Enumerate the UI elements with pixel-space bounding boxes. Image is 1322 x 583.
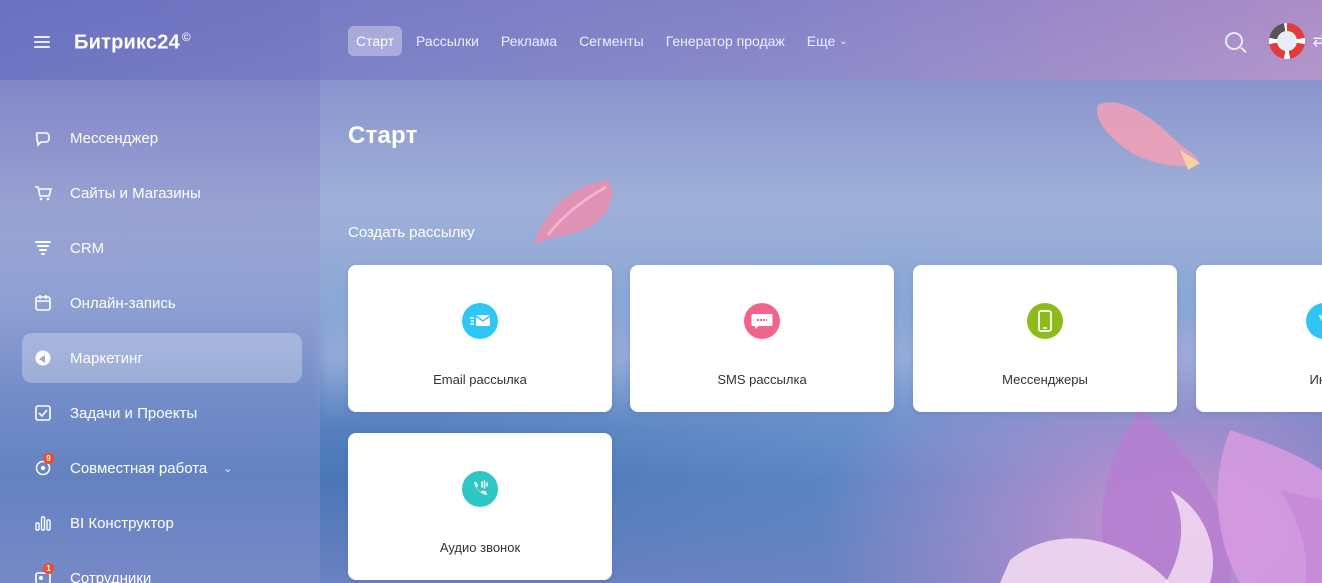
info-call-icon (1306, 303, 1322, 339)
sidebar-item-label: Сотрудники (70, 569, 152, 583)
sidebar-item-crm[interactable]: CRM (22, 223, 302, 273)
calendar-icon (34, 294, 52, 312)
card-email[interactable]: Email рассылка (348, 265, 612, 412)
sms-icon (744, 303, 780, 339)
tab-more-label: Еще (806, 33, 836, 49)
cart-icon (34, 184, 52, 202)
search-icon[interactable] (1224, 32, 1243, 50)
notification-badge: 1 (43, 563, 54, 574)
sidebar-item-sites[interactable]: Сайты и Магазины (22, 168, 302, 218)
chevron-down-icon: ⌄ (839, 35, 848, 47)
card-label: Инфо (1309, 372, 1322, 387)
funnel-icon (34, 239, 52, 257)
sidebar-menu: Мессенджер Сайты и Магазины CRM Онлайн-з… (22, 113, 302, 583)
tab-sales-generator[interactable]: Генератор продаж (658, 26, 793, 56)
sidebar-item-marketing[interactable]: Маркетинг (22, 333, 302, 383)
checkbox-icon (34, 404, 52, 422)
header-right: ⇄ (1224, 18, 1322, 64)
sidebar-item-collab[interactable]: 9 Совместная работа ⌄ (22, 443, 302, 493)
employees-icon: 1 (34, 563, 54, 583)
tab-segments[interactable]: Сегменты (571, 26, 652, 56)
sidebar-item-tasks[interactable]: Задачи и Проекты (22, 388, 302, 438)
card-label: Аудио звонок (439, 540, 521, 555)
tab-more[interactable]: Еще ⌄ (799, 26, 856, 56)
card-label: SMS рассылка (717, 372, 807, 387)
card-audio-call[interactable]: Аудио звонок (348, 433, 612, 580)
sidebar-item-label: Задачи и Проекты (70, 404, 198, 422)
sidebar-item-label: Мессенджер (70, 129, 159, 147)
card-label: Мессенджеры (1002, 372, 1088, 387)
sidebar-item-employees[interactable]: 1 Сотрудники (22, 553, 302, 583)
sidebar-item-messenger[interactable]: Мессенджер (22, 113, 302, 163)
marketing-icon (34, 349, 52, 367)
chevron-down-icon[interactable]: ⌄ (223, 462, 232, 475)
tab-start[interactable]: Старт (348, 26, 403, 56)
card-info[interactable]: Инфо (1196, 265, 1322, 412)
petal-decoration (1097, 102, 1200, 170)
petal-decoration (533, 180, 612, 245)
sidebar-item-label: Совместная работа (70, 459, 208, 477)
avatar[interactable] (1268, 23, 1305, 59)
sidebar-item-label: Сайты и Магазины (70, 184, 201, 202)
menu-icon[interactable] (34, 36, 50, 48)
card-label: Email рассылка (433, 372, 527, 387)
sidebar-item-label: CRM (70, 239, 105, 257)
sidebar-item-bi[interactable]: BI Конструктор (22, 498, 302, 548)
email-icon (462, 303, 498, 339)
swap-icon[interactable]: ⇄ (1313, 31, 1322, 51)
bar-chart-icon (34, 514, 52, 532)
sidebar-item-label: Онлайн-запись (70, 294, 176, 312)
card-sms[interactable]: SMS рассылка (630, 265, 894, 412)
tab-ads[interactable]: Реклама (493, 26, 565, 56)
notification-badge: 9 (43, 453, 54, 464)
page-title: Старт (348, 122, 418, 149)
collab-icon: 9 (34, 453, 54, 477)
app-logo[interactable]: Битрикс24 © (74, 30, 191, 55)
top-nav: Старт Рассылки Реклама Сегменты Генерато… (348, 26, 862, 56)
section-title: Создать рассылку (348, 224, 475, 241)
audio-call-icon (462, 471, 498, 507)
sidebar-item-label: BI Конструктор (70, 514, 174, 532)
card-messengers[interactable]: Мессенджеры (913, 265, 1177, 412)
chat-icon (34, 129, 52, 147)
sidebar-item-booking[interactable]: Онлайн-запись (22, 278, 302, 328)
header-left: Битрикс24 © (34, 27, 191, 57)
sidebar-item-label: Маркетинг (70, 349, 143, 367)
tab-mailings[interactable]: Рассылки (408, 26, 487, 56)
phone-icon (1027, 303, 1063, 339)
